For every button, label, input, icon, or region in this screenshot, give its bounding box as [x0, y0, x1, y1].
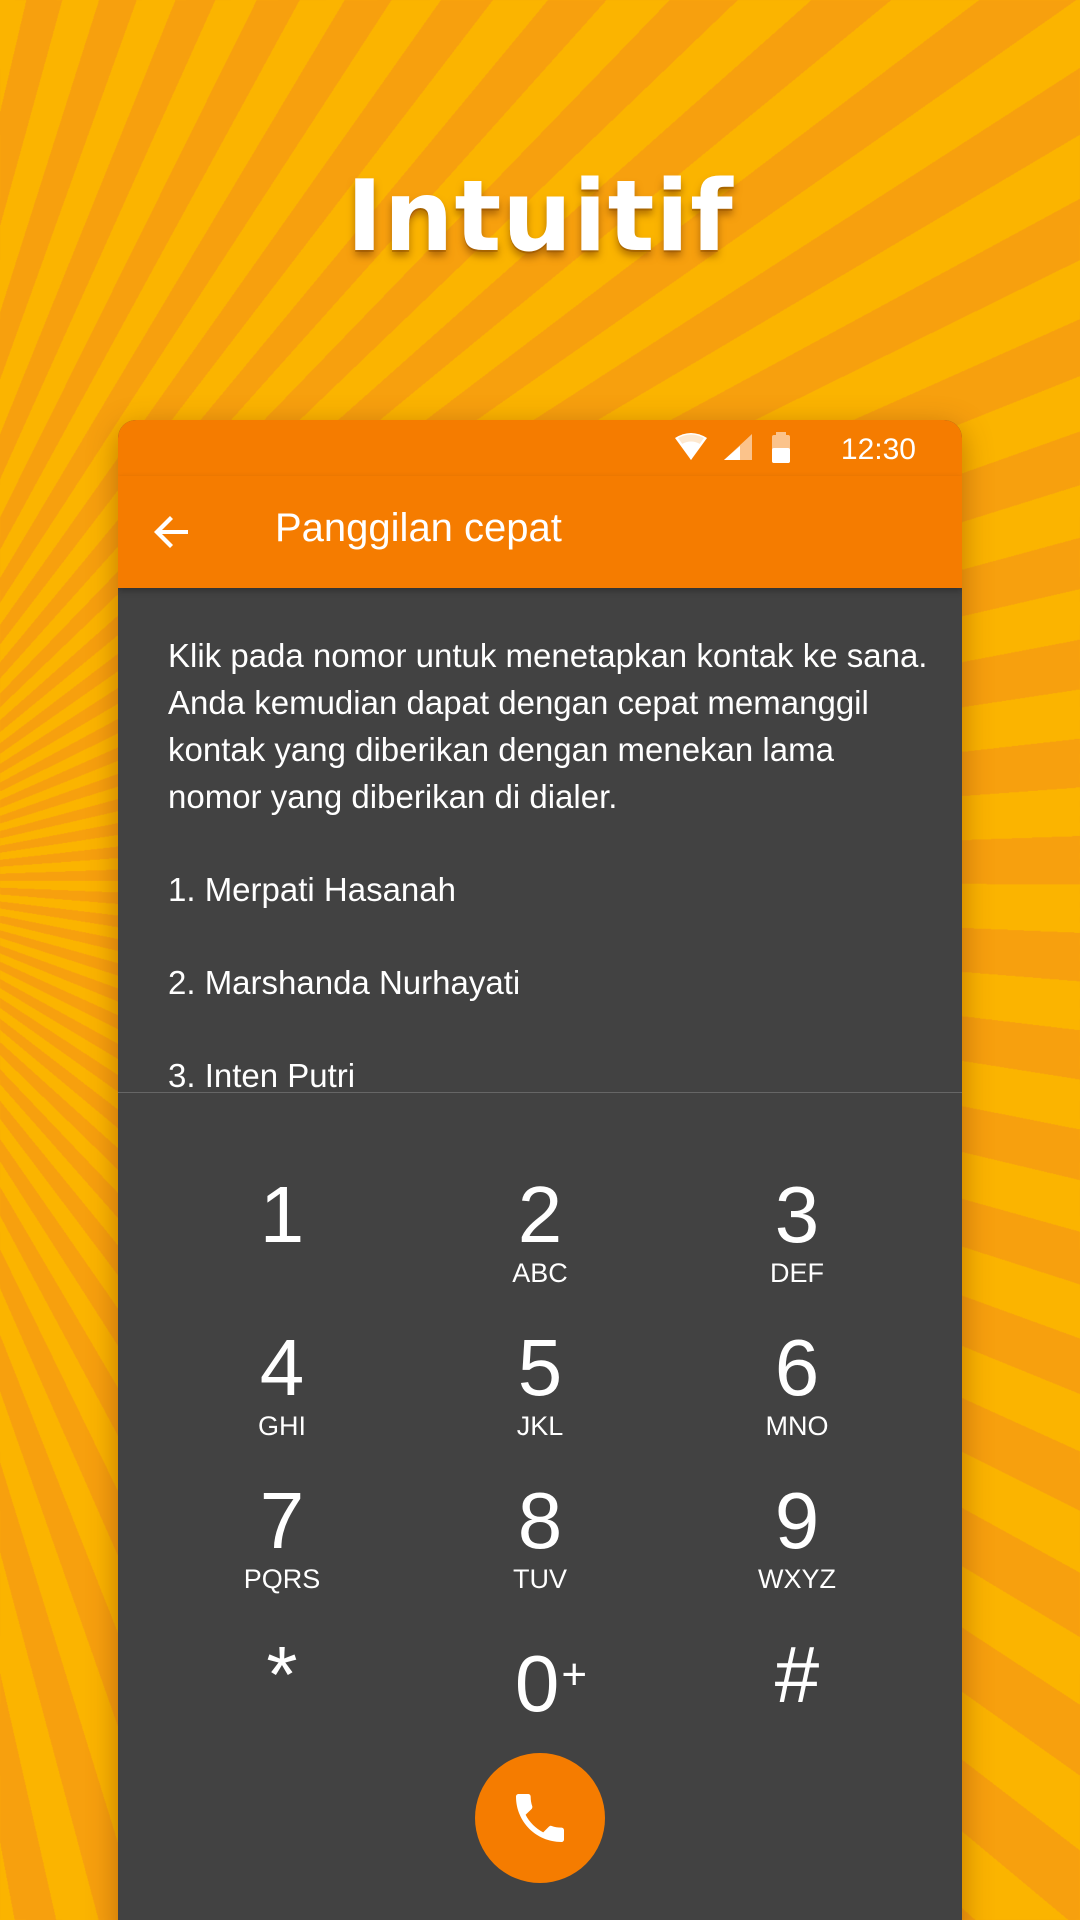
dialpad-key-9[interactable]: 9 WXYZ	[697, 1478, 897, 1618]
key-letters: WXYZ	[758, 1564, 836, 1594]
dialpad-key-8[interactable]: 8 TUV	[440, 1478, 640, 1618]
key-digit: 3	[774, 1170, 820, 1259]
dialpad-key-5[interactable]: 5 JKL	[440, 1325, 640, 1465]
call-button[interactable]	[475, 1753, 605, 1883]
phone-icon	[516, 1794, 564, 1842]
dialpad-key-4[interactable]: 4 GHI	[182, 1325, 382, 1465]
key-digit: 4	[259, 1323, 305, 1412]
key-digit: #	[774, 1630, 820, 1719]
dialpad: 1 2 ABC 3 DEF 4 GHI 5 JKL 6 MNO 7 PQRS 8	[118, 420, 962, 1920]
phone-screen: 12:30 Panggilan cepat Klik pada nomor un…	[118, 420, 962, 1920]
dialpad-key-star[interactable]: *	[182, 1632, 382, 1772]
key-letters: DEF	[770, 1258, 824, 1288]
key-digit: 9	[774, 1476, 820, 1565]
key-letters: MNO	[765, 1411, 829, 1441]
dialpad-key-3[interactable]: 3 DEF	[697, 1172, 897, 1312]
dialpad-key-6[interactable]: 6 MNO	[697, 1325, 897, 1465]
key-letters: PQRS	[243, 1564, 321, 1594]
key-letters: ABC	[512, 1258, 568, 1288]
key-plus: +	[561, 1650, 588, 1699]
key-letters: TUV	[513, 1564, 567, 1594]
dialpad-key-0[interactable]: 0+	[440, 1632, 640, 1772]
key-digit-zero: 0	[514, 1639, 560, 1728]
dialpad-key-2[interactable]: 2 ABC	[440, 1172, 640, 1312]
key-digit: 0+	[440, 1632, 640, 1727]
dialpad-key-hash[interactable]: #	[697, 1632, 897, 1772]
key-digit: 1	[259, 1170, 305, 1259]
key-digit: 5	[517, 1323, 563, 1412]
dialpad-key-7[interactable]: 7 PQRS	[182, 1478, 382, 1618]
key-digit: 8	[517, 1476, 563, 1565]
key-digit: 2	[517, 1170, 563, 1259]
key-digit: 6	[774, 1323, 820, 1412]
headline: Intuitif	[346, 160, 734, 274]
key-digit: 7	[259, 1476, 305, 1565]
key-letters: GHI	[257, 1411, 306, 1441]
key-digit: *	[266, 1630, 298, 1719]
dialpad-key-1[interactable]: 1	[182, 1172, 382, 1312]
key-letters: JKL	[516, 1411, 564, 1441]
